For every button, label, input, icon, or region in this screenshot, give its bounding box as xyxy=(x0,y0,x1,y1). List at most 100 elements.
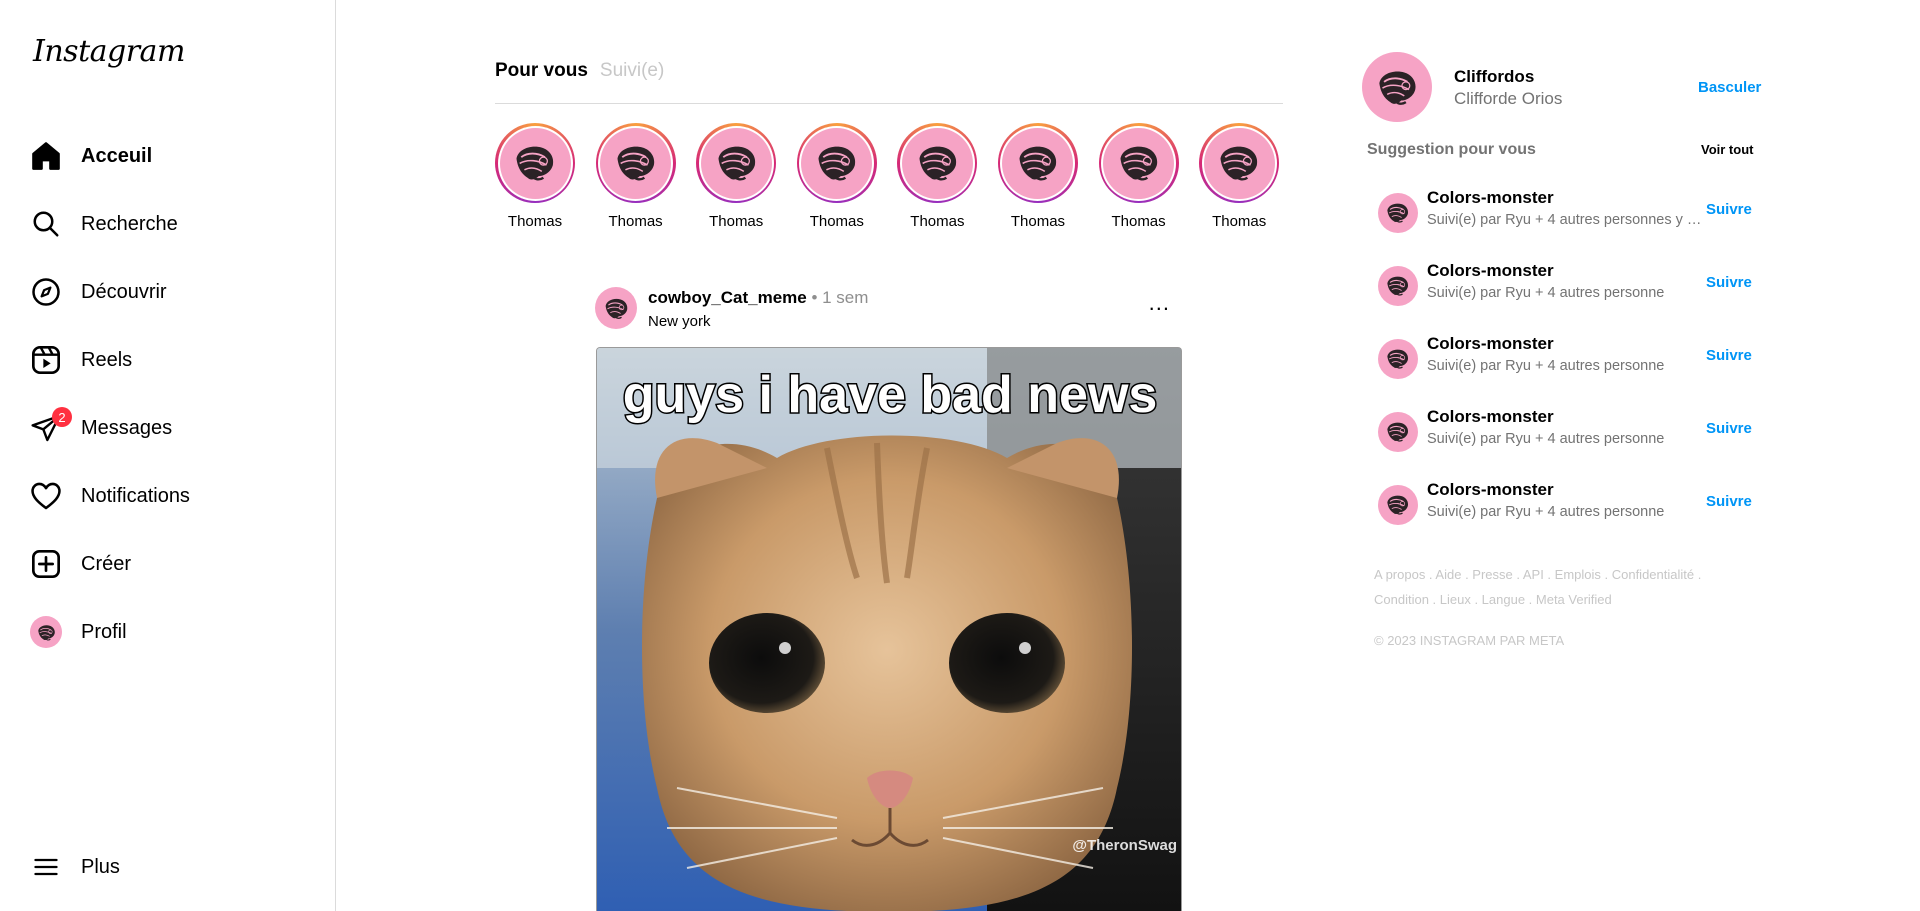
suggestion-username[interactable]: Colors-monster xyxy=(1427,407,1554,427)
sidebar: Instagram Acceuil Recherche Découvrir Re… xyxy=(0,0,336,911)
story-username: Thomas xyxy=(709,213,764,230)
nav-profile-label: Profil xyxy=(81,620,127,643)
post-image[interactable]: guys i have bad news @TheronSwag xyxy=(596,347,1182,911)
suggestion-avatar[interactable] xyxy=(1378,339,1418,379)
suggestion-subtitle: Suivi(e) par Ryu + 4 autres personne xyxy=(1427,285,1665,301)
story-item[interactable]: Thomas xyxy=(1098,123,1179,230)
feed-tabs: Pour vous Suivi(e) xyxy=(495,60,664,82)
nav-create[interactable]: Créer xyxy=(28,540,318,588)
suggestion-avatar[interactable] xyxy=(1378,412,1418,452)
post-username[interactable]: cowboy_Cat_meme • 1 sem xyxy=(648,288,868,308)
story-item[interactable]: Thomas xyxy=(495,123,575,230)
see-all-link[interactable]: Voir tout xyxy=(1701,142,1753,157)
story-ring xyxy=(796,123,877,203)
story-username: Thomas xyxy=(1212,213,1267,230)
story-avatar xyxy=(1002,127,1074,199)
tab-following[interactable]: Suivi(e) xyxy=(600,60,664,82)
compass-icon xyxy=(28,274,64,310)
suggestion-username[interactable]: Colors-monster xyxy=(1427,334,1554,354)
nav-home-label: Acceuil xyxy=(81,144,153,167)
story-username: Thomas xyxy=(809,213,864,230)
story-ring xyxy=(1199,123,1280,203)
home-icon xyxy=(28,138,64,174)
paper-plane-icon: 2 xyxy=(28,407,72,446)
nav-profile[interactable]: Profil xyxy=(28,608,318,656)
suggestion-username[interactable]: Colors-monster xyxy=(1427,188,1554,208)
story-ring xyxy=(897,123,978,203)
suggestion-subtitle: Suivi(e) par Ryu + 4 autres personne xyxy=(1427,504,1665,520)
story-item[interactable]: Thomas xyxy=(897,123,978,230)
nav-home[interactable]: Acceuil xyxy=(28,132,318,180)
profile-icon-wrap xyxy=(28,614,64,650)
story-avatar xyxy=(499,127,571,199)
suggestion-avatar[interactable] xyxy=(1378,193,1418,233)
suggestion-avatar[interactable] xyxy=(1378,485,1418,525)
story-ring xyxy=(495,123,575,203)
story-avatar xyxy=(801,127,873,199)
suggestion-row: Colors-monster Suivi(e) par Ryu + 4 autr… xyxy=(1378,406,1758,456)
tab-for-you[interactable]: Pour vous xyxy=(495,60,588,82)
post-image-caption: guys i have bad news xyxy=(623,366,1158,424)
current-user-username[interactable]: Cliffordos xyxy=(1454,67,1534,87)
post-image-watermark: @TheronSwag xyxy=(1072,837,1177,854)
stories-tray: Thomas Thomas Thomas Thomas Thomas Thoma… xyxy=(495,123,1280,230)
story-username: Thomas xyxy=(1010,213,1066,230)
nav-more[interactable]: Plus xyxy=(28,843,318,891)
follow-button[interactable]: Suivre xyxy=(1706,201,1752,218)
footer-links[interactable]: A propos . Aide . Presse . API . Emplois… xyxy=(1374,562,1734,612)
switch-account-link[interactable]: Basculer xyxy=(1698,79,1761,96)
suggestion-row: Colors-monster Suivi(e) par Ryu + 4 autr… xyxy=(1378,260,1758,310)
nav-messages-label: Messages xyxy=(81,416,173,439)
nav-reels[interactable]: Reels xyxy=(28,336,318,384)
follow-button[interactable]: Suivre xyxy=(1706,420,1752,437)
story-avatar xyxy=(700,127,772,199)
story-item[interactable]: Thomas xyxy=(796,123,877,230)
nav-explore[interactable]: Découvrir xyxy=(28,268,318,316)
nav-messages[interactable]: 2 Messages xyxy=(28,404,318,452)
heart-icon xyxy=(28,478,64,514)
story-ring xyxy=(997,123,1078,203)
story-avatar xyxy=(1103,127,1175,199)
nav-create-label: Créer xyxy=(81,552,132,575)
story-username: Thomas xyxy=(507,213,563,230)
story-item[interactable]: Thomas xyxy=(696,123,777,230)
suggestion-row: Colors-monster Suivi(e) par Ryu + 4 autr… xyxy=(1378,479,1758,529)
nav-notifications-label: Notifications xyxy=(81,484,190,507)
search-icon xyxy=(28,206,64,242)
story-item[interactable]: Thomas xyxy=(1199,123,1280,230)
post-author-avatar[interactable] xyxy=(595,287,637,329)
suggestion-username[interactable]: Colors-monster xyxy=(1427,261,1554,281)
suggestion-avatar[interactable] xyxy=(1378,266,1418,306)
nav-reels-label: Reels xyxy=(81,348,133,371)
suggestion-row: Colors-monster Suivi(e) par Ryu + 4 autr… xyxy=(1378,333,1758,383)
more-options-icon[interactable]: ... xyxy=(1149,290,1170,316)
story-avatar xyxy=(1203,127,1275,199)
post-header: cowboy_Cat_meme • 1 sem New york ... xyxy=(595,286,1180,332)
reels-icon xyxy=(28,342,64,378)
post-username-text: cowboy_Cat_meme xyxy=(648,288,807,307)
follow-button[interactable]: Suivre xyxy=(1706,347,1752,364)
story-ring xyxy=(595,123,676,203)
suggestion-row: Colors-monster Suivi(e) par Ryu + 4 autr… xyxy=(1378,187,1758,237)
nav-search[interactable]: Recherche xyxy=(28,200,318,248)
plus-square-icon xyxy=(28,546,64,582)
follow-button[interactable]: Suivre xyxy=(1706,493,1752,510)
current-user-avatar[interactable] xyxy=(1362,52,1432,122)
follow-button[interactable]: Suivre xyxy=(1706,274,1752,291)
instagram-logo[interactable]: Instagram xyxy=(33,34,185,69)
suggestions-title: Suggestion pour vous xyxy=(1367,141,1536,158)
story-username: Thomas xyxy=(1111,213,1166,230)
story-username: Thomas xyxy=(608,213,663,230)
post-location[interactable]: New york xyxy=(648,313,711,330)
suggestion-username[interactable]: Colors-monster xyxy=(1427,480,1554,500)
story-item[interactable]: Thomas xyxy=(997,123,1078,230)
story-avatar xyxy=(600,127,672,199)
story-item[interactable]: Thomas xyxy=(595,123,676,230)
suggestion-subtitle: Suivi(e) par Ryu + 4 autres personne xyxy=(1427,431,1665,447)
suggestion-subtitle: Suivi(e) par Ryu + 4 autres personne xyxy=(1427,358,1665,374)
story-ring xyxy=(696,123,777,203)
messages-badge: 2 xyxy=(52,407,72,427)
nav-search-label: Recherche xyxy=(81,212,178,235)
suggestion-subtitle: Suivi(e) par Ryu + 4 autres personnes y … xyxy=(1427,212,1707,228)
nav-notifications[interactable]: Notifications xyxy=(28,472,318,520)
